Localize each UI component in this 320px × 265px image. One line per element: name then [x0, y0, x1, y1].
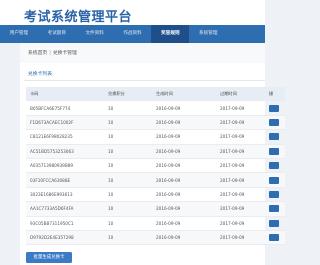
card-expires: 2017-09-09: [216, 158, 265, 174]
row-action-button[interactable]: [269, 162, 279, 170]
row-action-button[interactable]: [269, 133, 279, 141]
row-action-cell: [265, 115, 285, 131]
table-row: 3023E1686E993613 10 2016-09-09 2017-09-0…: [26, 187, 285, 203]
table-row: F1D673ACAEC1002F 10 2016-09-09 2017-09-0…: [26, 115, 285, 131]
table-row: 03F10FCCA63088E 10 2016-09-09 2017-09-09: [26, 172, 285, 188]
card-generated: 2016-09-09: [152, 129, 216, 145]
card-points: 10: [104, 201, 152, 217]
card-table: 卡码 兑换积分 生成时间 过期时间 操 B05BFCA6E75F774 10 2…: [26, 87, 285, 246]
column-header-code: 卡码: [26, 87, 104, 102]
card-code: C8121E6F98028235: [26, 129, 104, 145]
nav-item-more[interactable]: [227, 25, 265, 43]
breadcrumb-separator-icon: |: [49, 51, 51, 56]
nav-item-exam-questions[interactable]: 考试题目: [38, 25, 76, 43]
card-code: A035713980939B89: [26, 158, 104, 174]
panel-title: 兑换卡列表: [28, 72, 52, 77]
card-generated: 2016-09-09: [152, 216, 216, 231]
row-action-button[interactable]: [269, 234, 279, 242]
table-row: B05BFCA6E75F774 10 2016-09-09 2017-09-09: [26, 100, 285, 116]
column-header-action: 操: [265, 87, 285, 102]
card-code: 3023E1686E993613: [26, 187, 104, 203]
row-action-cell: [265, 158, 285, 174]
row-action-button[interactable]: [269, 190, 279, 198]
row-action-button[interactable]: [269, 147, 279, 155]
card-points: 10: [104, 172, 152, 188]
card-points: 10: [104, 100, 152, 116]
card-code: AA1C7733A5D6F4FA: [26, 201, 104, 217]
app-title: 考试系统管理平台: [24, 10, 133, 25]
column-header-points: 兑换积分: [104, 87, 152, 102]
card-points: 10: [104, 129, 152, 145]
card-generated: 2016-09-09: [152, 201, 216, 217]
nav-item-documents[interactable]: 文件资料: [76, 25, 114, 43]
batch-generate-button[interactable]: 批量生成兑换卡: [26, 252, 72, 263]
table-row: A035713980939B89 10 2016-09-09 2017-09-0…: [26, 158, 285, 174]
card-expires: 2017-09-09: [216, 144, 265, 159]
nav-item-operations[interactable]: 作战资料: [114, 25, 152, 43]
row-action-cell: [265, 216, 285, 231]
row-action-button[interactable]: [269, 176, 279, 184]
card-expires: 2017-09-09: [216, 100, 265, 116]
card-code: D9792D2E4E357298: [26, 230, 104, 246]
nav-item-rewards[interactable]: 奖惩规则: [151, 25, 190, 43]
card-generated: 2016-09-09: [152, 115, 216, 131]
row-action-button[interactable]: [269, 118, 279, 126]
row-action-button[interactable]: [269, 205, 279, 213]
card-expires: 2017-09-09: [216, 172, 265, 188]
row-action-cell: [265, 172, 285, 188]
card-generated: 2016-09-09: [152, 172, 216, 188]
card-generated: 2016-09-09: [152, 187, 216, 203]
card-points: 10: [104, 115, 152, 131]
card-code: AC51BD5753253063: [26, 144, 104, 159]
row-action-cell: [265, 187, 285, 203]
nav-item-system[interactable]: 系统管理: [189, 25, 227, 43]
card-points: 10: [104, 216, 152, 231]
column-header-expires: 过期时间: [216, 87, 265, 102]
table-row: 93C05BB7311950C1 10 2016-09-09 2017-09-0…: [26, 216, 285, 231]
app-header: 考试系统管理平台 用户管理 考试题目 文件资料 作战资料 奖惩规则 系统管理: [0, 0, 265, 43]
card-expires: 2017-09-09: [216, 216, 265, 231]
card-generated: 2016-09-09: [152, 230, 216, 246]
card-points: 10: [104, 230, 152, 246]
card-points: 10: [104, 144, 152, 159]
breadcrumb-bar: 系统首页 | 兑换卡管理: [20, 43, 265, 64]
card-code: B05BFCA6E75F774: [26, 100, 104, 116]
row-action-cell: [265, 129, 285, 145]
nav-item-user-management[interactable]: 用户管理: [0, 25, 38, 43]
card-expires: 2017-09-09: [216, 115, 265, 131]
card-expires: 2017-09-09: [216, 187, 265, 203]
breadcrumb-home[interactable]: 系统首页: [28, 51, 47, 56]
column-header-generated: 生成时间: [152, 87, 216, 102]
card-points: 10: [104, 187, 152, 203]
row-action-cell: [265, 100, 285, 116]
breadcrumb: 系统首页 | 兑换卡管理: [28, 49, 77, 56]
card-list-panel: 兑换卡列表 卡码 兑换积分 生成时间 过期时间 操 B05BFCA6E75F77…: [20, 63, 285, 265]
card-generated: 2016-09-09: [152, 144, 216, 159]
table-row: D9792D2E4E357298 10 2016-09-09 2017-09-0…: [26, 230, 285, 246]
card-code: 03F10FCCA63088E: [26, 172, 104, 188]
table-header-row: 卡码 兑换积分 生成时间 过期时间 操: [26, 87, 285, 102]
row-action-cell: [265, 144, 285, 159]
row-action-button[interactable]: [269, 104, 279, 112]
table-row: AC51BD5753253063 10 2016-09-09 2017-09-0…: [26, 144, 285, 159]
card-expires: 2017-09-09: [216, 201, 265, 217]
card-generated: 2016-09-09: [152, 100, 216, 116]
card-code: F1D673ACAEC1002F: [26, 115, 104, 131]
card-generated: 2016-09-09: [152, 158, 216, 174]
row-action-button[interactable]: [269, 219, 279, 227]
card-expires: 2017-09-09: [216, 230, 265, 246]
table-row: AA1C7733A5D6F4FA 10 2016-09-09 2017-09-0…: [26, 201, 285, 217]
row-action-cell: [265, 230, 285, 246]
card-points: 10: [104, 158, 152, 174]
row-action-cell: [265, 201, 285, 217]
panel-header: 兑换卡列表: [24, 69, 265, 81]
main-nav: 用户管理 考试题目 文件资料 作战资料 奖惩规则 系统管理: [0, 25, 265, 43]
breadcrumb-current: 兑换卡管理: [52, 51, 77, 56]
card-expires: 2017-09-09: [216, 129, 265, 145]
card-code: 93C05BB7311950C1: [26, 216, 104, 231]
table-row: C8121E6F98028235 10 2016-09-09 2017-09-0…: [26, 129, 285, 145]
